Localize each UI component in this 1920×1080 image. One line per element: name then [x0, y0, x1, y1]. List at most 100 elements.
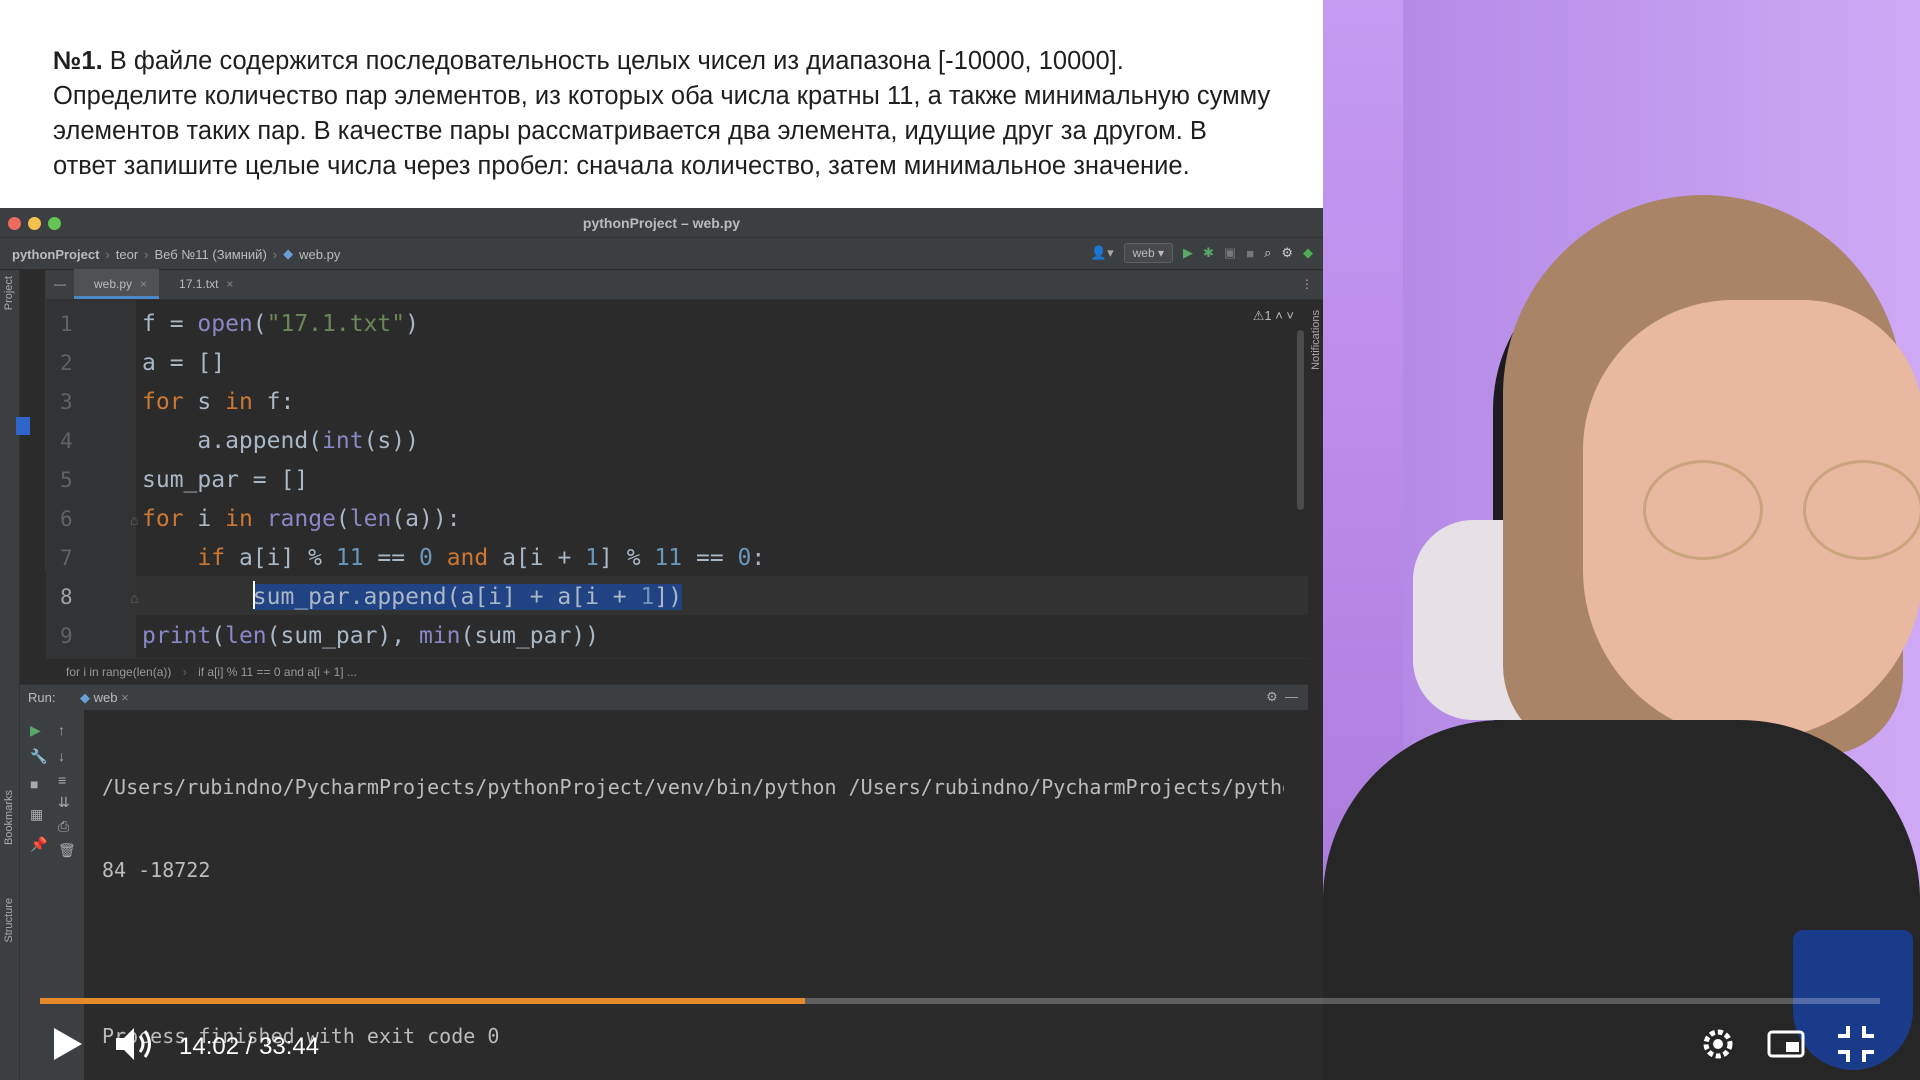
code-line: sum_par.append(a[i] + a[i + 1]): [252, 584, 683, 610]
warning-indicator[interactable]: ⚠1 ˄ ˅: [1253, 308, 1294, 324]
fold-icon[interactable]: ⌂: [130, 590, 138, 606]
tab-label: web.py: [94, 277, 133, 291]
line-number: 6: [60, 507, 73, 531]
settings-gear-icon[interactable]: [1698, 1024, 1738, 1064]
project-tool-button[interactable]: Project: [3, 276, 15, 310]
run-panel-controls: ⚙ —: [1266, 689, 1298, 705]
time-display: 14:02 / 33:44: [179, 1033, 320, 1060]
print-icon[interactable]: ⎙: [58, 818, 69, 835]
close-tab-icon[interactable]: ×: [140, 277, 147, 291]
collapse-icon[interactable]: —: [46, 277, 74, 299]
editor-breadcrumb-bar: for i in range(len(a)) › if a[i] % 11 ==…: [46, 658, 1308, 684]
structure-tool-button[interactable]: Structure: [3, 898, 15, 943]
breadcrumb-separator: ›: [105, 246, 110, 262]
task-number: №1.: [53, 47, 103, 75]
code-line: a = []: [142, 350, 226, 376]
run-icon[interactable]: ▶: [1183, 245, 1193, 261]
warning-count: ⚠1: [1252, 308, 1272, 323]
coverage-icon[interactable]: ▣: [1224, 245, 1236, 261]
close-tab-icon[interactable]: ×: [226, 277, 233, 291]
tab-17-1-txt[interactable]: 17.1.txt ×: [159, 269, 245, 299]
soft-wrap-icon[interactable]: ≡: [58, 772, 66, 788]
wrench-icon[interactable]: 🔧: [30, 748, 47, 765]
volume-icon[interactable]: [114, 1024, 156, 1064]
code-editor[interactable]: 1 2 3 4 5 6 7 8 9 ⌂ ⌂ f = open("17.1.txt…: [46, 300, 1322, 658]
video-controls: 14:02 / 33:44: [0, 1010, 1920, 1080]
left-tool-strip: Project Bookmarks Structure: [0, 270, 20, 1080]
breadcrumb-item[interactable]: web.py: [299, 247, 340, 262]
line-number: 8: [60, 585, 73, 609]
notifications-tool-button[interactable]: Notifications: [1310, 310, 1322, 370]
code-line: a.append(int(s)): [142, 428, 419, 454]
selection-marker: [16, 417, 30, 435]
text-cursor: [253, 581, 255, 609]
minimize-panel-icon[interactable]: —: [1285, 689, 1298, 704]
toolbar: 👤▾ web ▾ ▶ ✱ ▣ ■ ⌕ ⚙ ◆: [1091, 243, 1313, 263]
editor-tabs: — web.py × 17.1.txt × ⋮: [46, 269, 1323, 300]
console-line: /Users/rubindno/PycharmProjects/pythonPr…: [102, 775, 1284, 799]
close-tab-icon[interactable]: ×: [121, 690, 129, 705]
run-panel-header: Run: ◆ web × ⚙ —: [20, 684, 1308, 710]
gear-icon[interactable]: ⚙: [1281, 245, 1293, 261]
breadcrumb-item[interactable]: pythonProject: [12, 247, 99, 262]
video-progress-bar[interactable]: [40, 998, 1880, 1004]
tab-web-py[interactable]: web.py ×: [74, 269, 160, 299]
code-line: for i in range(len(a)):: [142, 506, 461, 532]
run-panel-label: Run:: [28, 690, 56, 705]
run-config-select[interactable]: web ▾: [1123, 243, 1173, 263]
run-config-label: web: [1132, 246, 1155, 260]
breadcrumb-item[interactable]: Веб №11 (Зимний): [155, 247, 267, 262]
run-tab-web[interactable]: ◆ web ×: [80, 690, 129, 706]
glasses-lens: [1803, 460, 1920, 560]
code-line: print(len(sum_par), min(sum_par)): [142, 623, 600, 649]
glasses-lens: [1643, 460, 1763, 560]
python-file-icon: ◆: [283, 246, 294, 261]
breadcrumb-item[interactable]: teor: [116, 247, 138, 262]
editor-breadcrumb-item[interactable]: if a[i] % 11 == 0 and a[i + 1] ...: [198, 665, 357, 679]
layout-icon[interactable]: ▦: [30, 806, 43, 823]
pin-icon[interactable]: 📌: [30, 836, 47, 853]
play-icon[interactable]: [50, 1024, 86, 1064]
search-icon[interactable]: ⌕: [1264, 245, 1271, 261]
navigation-bar: pythonProject › teor › Веб №11 (Зимний) …: [0, 238, 1323, 270]
breadcrumb: pythonProject › teor › Веб №11 (Зимний) …: [12, 246, 340, 262]
line-number: 9: [60, 624, 73, 648]
down-arrow-icon[interactable]: ↓: [58, 748, 65, 764]
line-number: 3: [60, 390, 73, 414]
python-file-icon: ◆: [80, 690, 90, 705]
editor-scrollbar[interactable]: [1297, 330, 1304, 510]
ide-titlebar: pythonProject – web.py: [0, 208, 1323, 238]
scroll-to-end-icon[interactable]: ⇊: [58, 794, 70, 811]
line-number: 7: [60, 546, 73, 570]
miniplayer-icon[interactable]: [1766, 1024, 1806, 1064]
plugin-icon[interactable]: ◆: [1303, 245, 1313, 261]
rerun-icon[interactable]: ▶: [30, 722, 41, 739]
editor-breadcrumb-item[interactable]: for i in range(len(a)): [66, 665, 171, 679]
up-arrow-icon[interactable]: ↑: [58, 722, 65, 738]
trash-icon[interactable]: 🗑: [58, 842, 76, 859]
stop-icon[interactable]: ■: [30, 776, 38, 792]
task-text: №1. В файле содержится последовательност…: [53, 44, 1273, 184]
exit-fullscreen-icon[interactable]: [1836, 1024, 1876, 1064]
line-number: 4: [60, 429, 73, 453]
user-icon[interactable]: 👤▾: [1091, 245, 1114, 261]
line-number: 1: [60, 312, 73, 336]
debug-icon[interactable]: ✱: [1203, 245, 1214, 261]
run-tab-label: web: [93, 690, 118, 705]
bookmarks-tool-button[interactable]: Bookmarks: [3, 790, 15, 845]
project-panel-collapsed: [16, 270, 46, 570]
code-line: if a[i] % 11 == 0 and a[i + 1] % 11 == 0…: [197, 545, 766, 571]
gear-icon[interactable]: ⚙: [1266, 689, 1278, 704]
ide-window: pythonProject – web.py pythonProject › t…: [0, 208, 1323, 1080]
more-tabs-icon[interactable]: ⋮: [1291, 277, 1323, 299]
stop-icon[interactable]: ■: [1246, 246, 1254, 261]
breadcrumb-separator: ›: [272, 246, 278, 262]
window-title: pythonProject – web.py: [582, 215, 741, 231]
line-number: 2: [60, 351, 73, 375]
fold-icon[interactable]: ⌂: [130, 512, 138, 528]
progress-fill: [40, 998, 806, 1004]
task-body: В файле содержится последовательность це…: [53, 47, 1271, 180]
webcam-video: [1323, 0, 1920, 1080]
code-line: for s in f:: [142, 389, 295, 415]
